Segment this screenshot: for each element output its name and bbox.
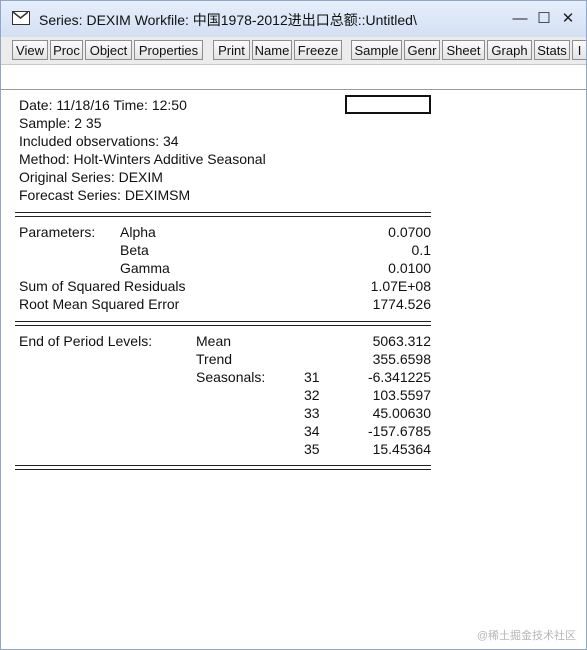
ident-button[interactable]: I <box>572 40 586 60</box>
rmse-value: 1774.526 <box>372 296 431 312</box>
close-icon[interactable]: ✕ <box>557 9 579 29</box>
trend-value: 355.6598 <box>372 351 431 367</box>
title-bar[interactable]: Series: DEXIM Workfile: 中国1978-2012进出口总额… <box>1 1 586 37</box>
view-button[interactable]: View <box>12 40 48 60</box>
toolbar: View Proc Object Properties Print Name F… <box>1 37 586 65</box>
seasonal-period: 34 <box>304 423 320 439</box>
double-separator-top <box>15 321 431 322</box>
seasonal-period: 32 <box>304 387 320 403</box>
seasonal-period: 35 <box>304 441 320 457</box>
print-button[interactable]: Print <box>213 40 250 60</box>
original-series-line: Original Series: DEXIM <box>19 169 163 185</box>
end-of-period-label: End of Period Levels: <box>19 333 153 349</box>
proc-button[interactable]: Proc <box>50 40 83 60</box>
double-separator-top <box>15 212 431 213</box>
seasonal-period: 33 <box>304 405 320 421</box>
double-separator-top <box>15 465 431 466</box>
alpha-value: 0.0700 <box>388 224 431 240</box>
name-button[interactable]: Name <box>252 40 292 60</box>
date-line: Date: 11/18/16 Time: 12:50 <box>19 97 187 113</box>
method-line: Method: Holt-Winters Additive Seasonal <box>19 151 266 167</box>
maximize-icon[interactable]: ☐ <box>533 9 555 29</box>
mean-label: Mean <box>196 333 232 349</box>
rmse-label: Root Mean Squared Error <box>19 296 180 312</box>
window-title: Series: DEXIM Workfile: 中国1978-2012进出口总额… <box>39 12 417 28</box>
double-separator-bottom <box>15 216 431 217</box>
seasonal-value: -157.6785 <box>367 423 431 439</box>
observations-line: Included observations: 34 <box>19 133 179 149</box>
seasonal-value: 15.45364 <box>372 441 431 457</box>
stats-button[interactable]: Stats <box>534 40 570 60</box>
ssr-value: 1.07E+08 <box>370 278 431 294</box>
seasonal-value: -6.341225 <box>367 369 431 385</box>
seasonal-value: 45.00630 <box>372 405 431 421</box>
double-separator-bottom <box>15 325 431 326</box>
ssr-label: Sum of Squared Residuals <box>19 278 186 294</box>
gamma-label: Gamma <box>120 260 170 276</box>
object-button[interactable]: Object <box>85 40 132 60</box>
graph-button[interactable]: Graph <box>487 40 532 60</box>
output-table: Date: 11/18/16 Time: 12:50 Sample: 2 35 … <box>1 90 586 649</box>
command-strip[interactable] <box>1 65 586 90</box>
trend-label: Trend <box>196 351 233 367</box>
seasonal-value: 103.5597 <box>372 387 431 403</box>
watermark: @稀土掘金技术社区 <box>476 630 576 642</box>
sheet-button[interactable]: Sheet <box>442 40 485 60</box>
properties-button[interactable]: Properties <box>134 40 203 60</box>
seasonals-label: Seasonals: <box>196 369 266 385</box>
sample-button[interactable]: Sample <box>351 40 402 60</box>
freeze-button[interactable]: Freeze <box>294 40 342 60</box>
alpha-label: Alpha <box>120 224 156 240</box>
beta-value: 0.1 <box>411 242 431 258</box>
forecast-series-line: Forecast Series: DEXIMSM <box>19 187 191 203</box>
envelope-icon <box>12 11 30 25</box>
parameters-label: Parameters: <box>19 224 96 240</box>
double-separator-bottom <box>15 469 431 470</box>
seasonal-period: 31 <box>304 369 320 385</box>
minimize-icon[interactable]: — <box>509 9 531 29</box>
genr-button[interactable]: Genr <box>404 40 440 60</box>
beta-label: Beta <box>120 242 149 258</box>
sample-line: Sample: 2 35 <box>19 115 102 131</box>
mean-value: 5063.312 <box>372 333 431 349</box>
empty-cell-box[interactable] <box>345 95 431 114</box>
gamma-value: 0.0100 <box>388 260 431 276</box>
series-window: Series: DEXIM Workfile: 中国1978-2012进出口总额… <box>0 0 587 650</box>
